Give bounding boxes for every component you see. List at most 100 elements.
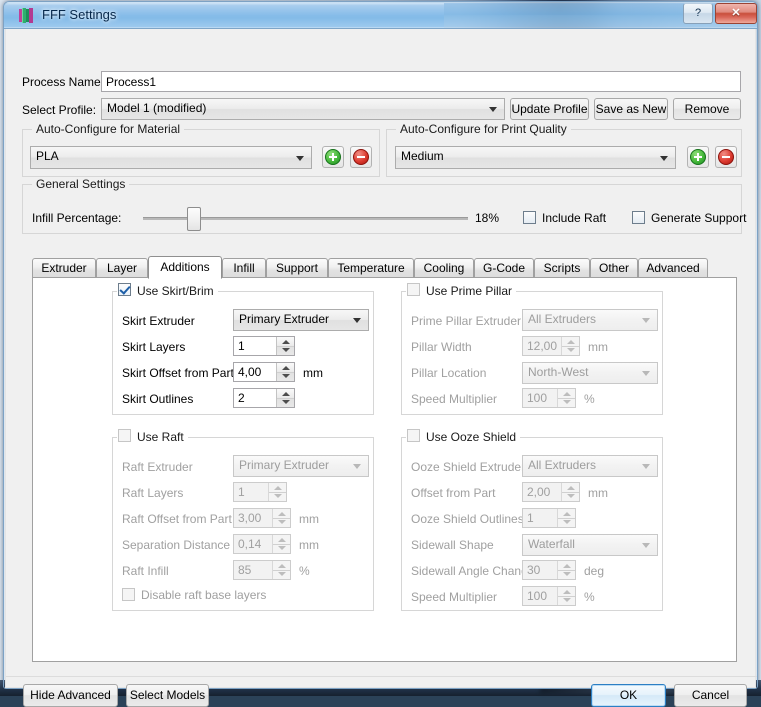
select-profile-combo[interactable]: Model 1 (modified) [101,98,505,120]
raft-infill-unit: % [299,564,310,578]
save-as-new-button[interactable]: Save as New [594,98,668,120]
prime-pillar-extruder-combo[interactable]: All Extruders [522,309,658,331]
ooze-shield-extruder-combo[interactable]: All Extruders [522,455,658,477]
prime-pillar-speed-label: Speed Multiplier [411,392,498,406]
ooze-shield-extruder-value: All Extruders [528,458,597,472]
separation-distance-unit: mm [299,538,319,552]
tab-other[interactable]: Other [590,258,638,278]
material-combo[interactable]: PLA [30,146,312,169]
spinner-arrows-icon[interactable] [268,483,286,501]
plus-icon [690,149,706,165]
spinner-arrows-icon[interactable] [561,483,579,501]
tab-support[interactable]: Support [266,258,328,278]
pillar-location-label: Pillar Location [411,366,487,380]
prime-pillar-speed-value: 100 [527,391,548,405]
generate-support-checkbox[interactable] [632,211,645,224]
general-settings-group: General Settings [22,177,742,234]
use-ooze-shield-checkbox[interactable] [407,429,420,442]
sidewall-angle-change-value: 30 [527,563,541,577]
skirt-offset-spinner[interactable]: 4,00 [233,362,295,382]
add-material-button[interactable] [322,146,344,168]
chevron-down-icon [353,318,361,323]
raft-offset-value: 3,00 [238,511,262,525]
ooze-offset-from-part-spinner[interactable]: 2,00 [522,482,580,502]
spinner-arrows-icon[interactable] [272,561,290,579]
general-settings-title: General Settings [32,177,130,191]
sidewall-shape-label: Sidewall Shape [411,538,494,552]
separation-distance-spinner[interactable]: 0,14 [233,534,291,554]
spinner-arrows-icon[interactable] [272,535,290,553]
sidewall-shape-combo[interactable]: Waterfall [522,534,658,556]
use-skirt-brim-checkbox[interactable] [118,283,131,296]
tab-advanced[interactable]: Advanced [638,258,708,278]
ooze-shield-outlines-label: Ooze Shield Outlines [411,512,524,526]
quality-combo[interactable]: Medium [395,146,676,169]
tab-extruder[interactable]: Extruder [32,258,96,278]
skirt-extruder-label: Skirt Extruder [122,314,195,328]
spinner-arrows-icon[interactable] [272,509,290,527]
spinner-arrows-icon[interactable] [557,587,575,605]
pillar-width-spinner[interactable]: 12,00 [522,336,580,356]
use-raft-checkbox[interactable] [118,429,131,442]
pillar-width-value: 12,00 [527,339,558,353]
ooze-offset-from-part-unit: mm [588,486,608,500]
remove-material-button[interactable] [350,146,372,168]
skirt-outlines-spinner[interactable]: 2 [233,388,295,408]
sidewall-angle-change-spinner[interactable]: 30 [522,560,576,580]
add-quality-button[interactable] [687,146,709,168]
tab-infill[interactable]: Infill [222,258,266,278]
spinner-arrows-icon[interactable] [276,363,294,381]
pillar-width-label: Pillar Width [411,340,472,354]
raft-infill-spinner[interactable]: 85 [233,560,291,580]
raft-layers-label: Raft Layers [122,486,184,500]
app-stripes-icon [18,7,35,24]
spinner-arrows-icon[interactable] [557,389,575,407]
raft-infill-value: 85 [238,563,252,577]
ooze-shield-outlines-spinner[interactable]: 1 [522,508,576,528]
spinner-arrows-icon[interactable] [557,561,575,579]
settings-tabstrip[interactable]: Extruder Layer Additions Infill Support … [32,256,737,279]
infill-slider-thumb[interactable] [187,207,201,231]
tab-layer[interactable]: Layer [96,258,148,278]
skirt-offset-value: 4,00 [238,365,262,379]
skirt-extruder-combo[interactable]: Primary Extruder [233,309,369,331]
minus-icon [718,149,734,165]
spinner-arrows-icon[interactable] [276,337,294,355]
tab-gcode[interactable]: G-Code [474,258,534,278]
raft-layers-spinner[interactable]: 1 [233,482,287,502]
raft-offset-spinner[interactable]: 3,00 [233,508,291,528]
skirt-layers-spinner[interactable]: 1 [233,336,295,356]
pillar-location-combo[interactable]: North-West [522,362,658,384]
raft-extruder-combo[interactable]: Primary Extruder [233,455,369,477]
tab-additions[interactable]: Additions [148,256,222,279]
chevron-down-icon [642,371,650,376]
ooze-offset-from-part-value: 2,00 [527,485,551,499]
raft-offset-label: Raft Offset from Part [122,512,232,526]
process-name-input[interactable]: Process1 [101,71,741,92]
remove-quality-button[interactable] [715,146,737,168]
disable-raft-base-layers-label: Disable raft base layers [141,588,267,602]
prime-pillar-speed-spinner[interactable]: 100 [522,388,576,408]
raft-offset-unit: mm [299,512,319,526]
skirt-layers-value: 1 [238,339,245,353]
close-button[interactable]: ✕ [715,3,757,24]
help-button[interactable]: ? [683,3,713,24]
sidewall-angle-change-unit: deg [584,564,605,578]
update-profile-button[interactable]: Update Profile [510,98,589,120]
use-prime-pillar-checkbox[interactable] [407,283,420,296]
skirt-layers-label: Skirt Layers [122,340,186,354]
tab-temperature[interactable]: Temperature [328,258,414,278]
spinner-arrows-icon[interactable] [276,389,294,407]
ooze-speed-multiplier-spinner[interactable]: 100 [522,586,576,606]
title-bar[interactable]: FFF Settings ? ✕ [4,2,757,29]
tab-scripts[interactable]: Scripts [534,258,590,278]
spinner-arrows-icon[interactable] [561,337,579,355]
remove-profile-button[interactable]: Remove [673,98,741,120]
include-raft-checkbox[interactable] [523,211,536,224]
use-prime-pillar-label: Use Prime Pillar [406,284,517,298]
disable-raft-base-layers-checkbox[interactable] [122,588,135,601]
raft-extruder-value: Primary Extruder [239,458,330,472]
spinner-arrows-icon[interactable] [557,509,575,527]
tab-cooling[interactable]: Cooling [414,258,474,278]
raft-layers-value: 1 [238,485,245,499]
